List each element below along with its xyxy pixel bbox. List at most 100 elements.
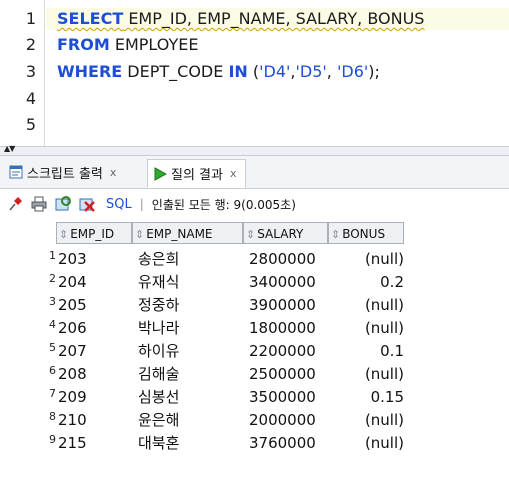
sort-icon: ⇕ [135, 228, 145, 241]
table-row[interactable]: 5 207 하이유 2200000 0.1 [0, 340, 509, 363]
cell-bonus[interactable]: (null) [328, 317, 404, 340]
sort-icon: ⇕ [246, 228, 256, 241]
refresh-icon[interactable] [54, 195, 72, 213]
cell-salary[interactable]: 2200000 [249, 340, 316, 363]
cell-emp-name[interactable]: 정중하 [138, 294, 179, 317]
table-row[interactable]: 9 215 대북혼 3760000 (null) [0, 432, 509, 455]
cell-emp-id[interactable]: 203 [58, 248, 87, 271]
cell-emp-id[interactable]: 206 [58, 317, 87, 340]
row-number: 1 [49, 249, 56, 262]
output-tab-bar: 스크립트 출력 x 질의 결과 x [0, 156, 509, 189]
column-header-bonus[interactable]: ⇕ BONUS [328, 222, 404, 244]
where-column: DEPT_CODE [122, 62, 229, 81]
cell-bonus[interactable]: 0.1 [328, 340, 404, 363]
script-output-icon [9, 165, 23, 179]
panel-splitter[interactable]: ▲▼ [0, 145, 509, 156]
cell-emp-name[interactable]: 심봉선 [138, 386, 179, 409]
cell-bonus[interactable]: (null) [328, 363, 404, 386]
row-number: 5 [49, 341, 56, 354]
row-number: 7 [49, 387, 56, 400]
cell-bonus[interactable]: (null) [328, 409, 404, 432]
cell-bonus[interactable]: 0.15 [328, 386, 404, 409]
code-line-1[interactable]: SELECT EMP_ID, EMP_NAME, SALARY, BONUS [46, 8, 509, 30]
sql-button[interactable]: SQL [106, 197, 132, 212]
cell-emp-name[interactable]: 김해술 [138, 363, 179, 386]
pin-icon[interactable] [6, 195, 24, 213]
cell-emp-name[interactable]: 송은희 [138, 248, 179, 271]
table-row[interactable]: 6 208 김해술 2500000 (null) [0, 363, 509, 386]
line-number: 3 [25, 62, 36, 81]
tab-script-output[interactable]: 스크립트 출력 x [4, 159, 124, 185]
select-columns: EMP_ID, EMP_NAME, SALARY, BONUS [123, 9, 425, 28]
paren-open: ( [247, 62, 260, 81]
cell-salary[interactable]: 2800000 [249, 248, 316, 271]
keyword-in: IN [228, 62, 248, 81]
line-number-gutter: 1 2 3 4 5 [0, 0, 45, 146]
result-grid[interactable]: ⇕ EMP_ID ⇕ EMP_NAME ⇕ SALARY ⇕ BONUS 1 203 송… [0, 222, 509, 494]
collapse-arrows-icon[interactable]: ▲▼ [4, 145, 15, 153]
cell-emp-name[interactable]: 박나라 [138, 317, 179, 340]
line-number: 1 [25, 9, 36, 28]
cell-emp-name[interactable]: 대북혼 [138, 432, 179, 455]
cell-emp-id[interactable]: 210 [58, 409, 87, 432]
cell-emp-name[interactable]: 하이유 [138, 340, 179, 363]
row-number: 9 [49, 433, 56, 446]
cell-bonus[interactable]: 0.2 [328, 271, 404, 294]
tab-query-result[interactable]: 질의 결과 x [147, 159, 246, 188]
keyword-from: FROM [57, 35, 110, 54]
column-header-salary[interactable]: ⇕ SALARY [243, 222, 328, 244]
line-number: 5 [25, 115, 36, 134]
delete-icon[interactable] [78, 195, 96, 213]
table-row[interactable]: 4 206 박나라 1800000 (null) [0, 317, 509, 340]
cell-salary[interactable]: 2000000 [249, 409, 316, 432]
cell-emp-name[interactable]: 유재식 [138, 271, 179, 294]
sort-icon: ⇕ [331, 228, 341, 241]
line-number: 4 [25, 89, 36, 108]
cell-emp-id[interactable]: 209 [58, 386, 87, 409]
cell-bonus[interactable]: (null) [328, 248, 404, 271]
table-row[interactable]: 7 209 심봉선 3500000 0.15 [0, 386, 509, 409]
table-row[interactable]: 2 204 유재식 3400000 0.2 [0, 271, 509, 294]
cell-salary[interactable]: 2500000 [249, 363, 316, 386]
cell-emp-name[interactable]: 윤은해 [138, 409, 179, 432]
table-row[interactable]: 8 210 윤은해 2000000 (null) [0, 409, 509, 432]
string-literal: 'D5' [295, 62, 327, 81]
cell-emp-id[interactable]: 207 [58, 340, 87, 363]
column-header-emp-id[interactable]: ⇕ EMP_ID [56, 222, 132, 244]
code-line-3[interactable]: WHERE DEPT_CODE IN ('D4','D5', 'D6'); [57, 61, 380, 83]
code-line-2[interactable]: FROM EMPLOYEE [57, 34, 198, 56]
cell-bonus[interactable]: (null) [328, 294, 404, 317]
cell-emp-id[interactable]: 208 [58, 363, 87, 386]
sql-editor[interactable]: 1 2 3 4 5 SELECT EMP_ID, EMP_NAME, SALAR… [0, 0, 509, 146]
cell-bonus[interactable]: (null) [328, 432, 404, 455]
cell-salary[interactable]: 3400000 [249, 271, 316, 294]
toolbar-separator: | [139, 197, 144, 211]
close-icon[interactable]: x [230, 167, 237, 180]
keyword-where: WHERE [57, 62, 123, 81]
close-icon[interactable]: x [110, 166, 117, 179]
row-number: 8 [49, 410, 56, 423]
cell-emp-id[interactable]: 205 [58, 294, 87, 317]
row-number: 6 [49, 364, 56, 377]
fetch-status: 인출된 모든 행: 9(0.005초) [151, 197, 296, 212]
column-header-emp-name[interactable]: ⇕ EMP_NAME [132, 222, 243, 244]
tab-label: 질의 결과 [171, 168, 223, 183]
table-name: EMPLOYEE [109, 35, 199, 54]
cell-salary[interactable]: 3760000 [249, 432, 316, 455]
cell-emp-id[interactable]: 215 [58, 432, 87, 455]
keyword-select: SELECT [57, 9, 124, 28]
statement-end: ); [368, 62, 380, 81]
table-row[interactable]: 3 205 정중하 3900000 (null) [0, 294, 509, 317]
result-toolbar: SQL | 인출된 모든 행: 9(0.005초) [0, 190, 509, 218]
play-icon [153, 166, 168, 181]
string-literal: 'D6' [336, 62, 369, 81]
cell-salary[interactable]: 3500000 [249, 386, 316, 409]
print-icon[interactable] [30, 195, 48, 213]
cell-salary[interactable]: 3900000 [249, 294, 316, 317]
cell-salary[interactable]: 1800000 [249, 317, 316, 340]
cell-emp-id[interactable]: 204 [58, 271, 87, 294]
row-number: 3 [49, 295, 56, 308]
line-number: 2 [25, 35, 36, 54]
table-row[interactable]: 1 203 송은희 2800000 (null) [0, 248, 509, 271]
tab-label: 스크립트 출력 [27, 166, 103, 182]
